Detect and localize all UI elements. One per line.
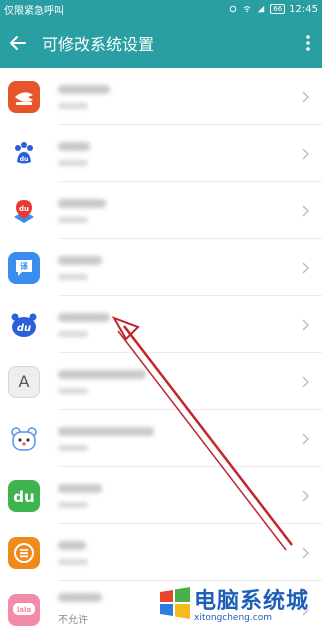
- app-name-blurred: [58, 540, 86, 550]
- chevron-right-icon: [296, 433, 316, 445]
- app-texts: [58, 84, 296, 109]
- red-arrow-badge-icon: [8, 80, 40, 113]
- chevron-right-icon: [296, 205, 316, 217]
- app-row[interactable]: du: [0, 182, 322, 239]
- more-vert-icon: [306, 35, 310, 51]
- watermark-title: 电脑系统城: [194, 589, 310, 614]
- chevron-right-icon: [296, 91, 316, 103]
- app-status-blurred: [58, 159, 88, 166]
- svg-text:du: du: [19, 205, 29, 213]
- signal-icon: [258, 5, 265, 13]
- chevron-right-icon: [296, 376, 316, 388]
- back-arrow-icon: [10, 36, 26, 50]
- alarm-icon: [229, 5, 237, 13]
- clock: 12:45: [289, 3, 318, 15]
- app-permission-list: du du 译 du A du lala 不允许: [0, 68, 322, 630]
- app-status-blurred: [58, 501, 88, 508]
- baidu-input-du-icon: du: [8, 308, 40, 341]
- svg-text:du: du: [17, 323, 31, 334]
- app-texts: [58, 483, 296, 508]
- app-texts: [58, 312, 296, 337]
- app-row[interactable]: [0, 410, 322, 467]
- back-button[interactable]: [0, 18, 36, 68]
- watermark: 电脑系统城 xitongcheng.com: [158, 578, 318, 628]
- app-row[interactable]: 译: [0, 239, 322, 296]
- svg-text:译: 译: [20, 261, 29, 271]
- app-status-blurred: [58, 102, 88, 109]
- app-name-blurred: [58, 198, 106, 208]
- status-icons: 66 12:45: [228, 4, 318, 15]
- windows-logo-icon: [160, 587, 190, 619]
- more-options-button[interactable]: [294, 18, 322, 68]
- app-row[interactable]: [0, 524, 322, 581]
- chevron-right-icon: [296, 547, 316, 559]
- app-bar: 可修改系统设置: [0, 18, 322, 68]
- app-texts: [58, 540, 296, 565]
- bear-face-icon: [8, 422, 40, 455]
- baidu-paw-icon: du: [8, 137, 40, 170]
- svg-text:du: du: [20, 156, 29, 163]
- app-status-blurred: [58, 216, 88, 223]
- letter-a-icon: A: [8, 365, 40, 398]
- app-texts: [58, 369, 296, 394]
- svg-text:du: du: [13, 488, 34, 506]
- app-texts: [58, 255, 296, 280]
- chevron-right-icon: [296, 262, 316, 274]
- app-row[interactable]: du: [0, 296, 322, 353]
- app-name-blurred: [58, 255, 102, 265]
- battery-indicator: 66: [270, 4, 286, 14]
- pink-chat-icon: lala: [8, 593, 40, 626]
- app-name-blurred: [58, 483, 102, 493]
- app-status-blurred: [58, 444, 88, 451]
- app-name-blurred: [58, 312, 110, 322]
- app-name-blurred: [58, 593, 102, 602]
- chevron-right-icon: [296, 490, 316, 502]
- app-status-blurred: [58, 558, 88, 565]
- chevron-right-icon: [296, 148, 316, 160]
- status-bar: 仅限紧急呼叫 66 12:45: [0, 0, 322, 18]
- wifi-icon: [243, 6, 251, 13]
- app-name-blurred: [58, 141, 90, 151]
- chevron-right-icon: [296, 319, 316, 331]
- app-texts: [58, 426, 296, 451]
- app-texts: [58, 141, 296, 166]
- app-status-blurred: [58, 330, 88, 337]
- page-title: 可修改系统设置: [42, 35, 155, 54]
- app-status-blurred: [58, 273, 88, 280]
- carrier-text: 仅限紧急呼叫: [4, 5, 64, 17]
- app-row[interactable]: du: [0, 467, 322, 524]
- app-status-blurred: [58, 387, 88, 394]
- green-du-icon: du: [8, 479, 40, 512]
- app-name-blurred: [58, 426, 154, 436]
- app-texts: [58, 198, 296, 223]
- app-row[interactable]: du: [0, 125, 322, 182]
- svg-text:lala: lala: [17, 606, 32, 614]
- baidu-translate-icon: 译: [8, 251, 40, 284]
- watermark-texts: 电脑系统城 xitongcheng.com: [194, 583, 309, 623]
- app-name-blurred: [58, 84, 110, 94]
- baidu-map-pin-icon: du: [8, 194, 40, 227]
- app-row[interactable]: [0, 68, 322, 125]
- orange-lines-icon: [8, 536, 40, 569]
- letter-a-glyph: A: [18, 372, 30, 391]
- app-row[interactable]: A: [0, 353, 322, 410]
- app-name-blurred: [58, 369, 146, 379]
